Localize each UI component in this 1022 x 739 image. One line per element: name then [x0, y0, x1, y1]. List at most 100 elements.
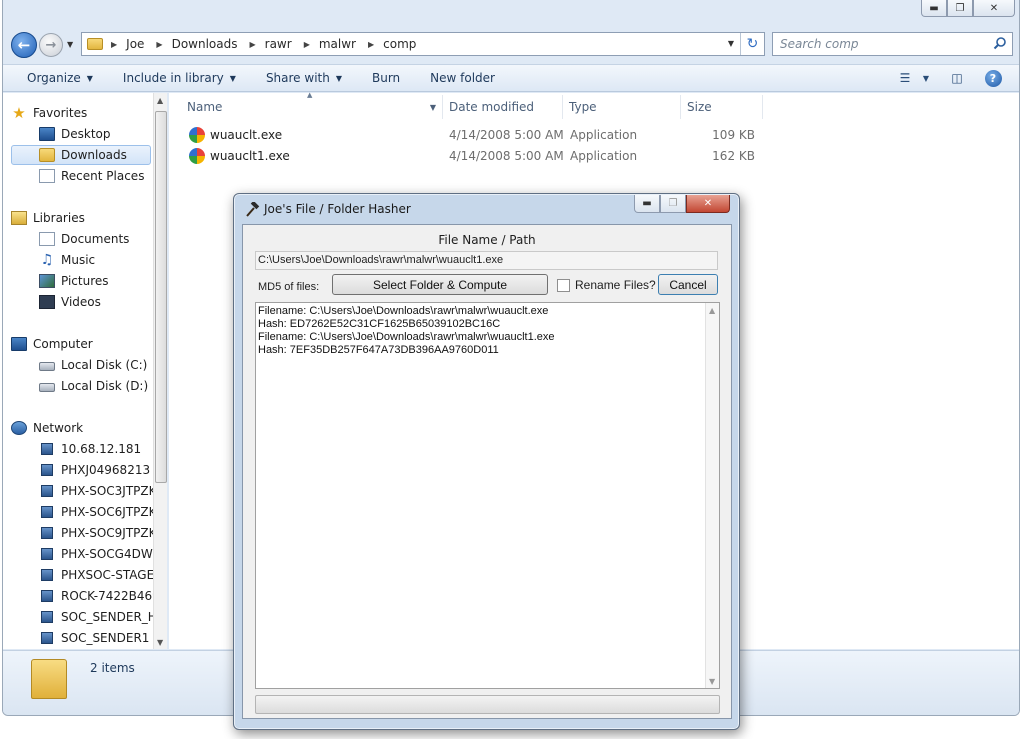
path-label: File Name / Path [438, 233, 536, 247]
breadcrumb-rawr[interactable]: ▶ rawr [249, 37, 303, 51]
search-input[interactable]: Search comp [772, 32, 1013, 56]
chevron-down-icon[interactable]: ▼ [87, 74, 93, 83]
chevron-right-icon[interactable]: ▶ [111, 40, 117, 49]
scroll-up-icon[interactable]: ▲ [709, 306, 715, 315]
view-options-icon[interactable]: ☰ [891, 67, 919, 89]
scrollbar-thumb[interactable] [155, 111, 167, 483]
nav-favorites[interactable]: ★ Favorites [11, 103, 87, 123]
chevron-down-icon[interactable]: ▼ [430, 103, 436, 112]
address-dropdown-icon[interactable]: ▼ [728, 39, 734, 48]
file-name[interactable]: wuauclt.exe [210, 128, 282, 142]
file-name[interactable]: wuauclt1.exe [210, 149, 290, 163]
chevron-right-icon[interactable]: ▶ [304, 40, 310, 49]
chevron-down-icon[interactable]: ▼ [230, 74, 236, 83]
nav-videos[interactable]: Videos [39, 292, 101, 312]
nav-network-host[interactable]: PHX-SOC6JTPZK [39, 502, 156, 522]
nav-network-host[interactable]: 10.68.12.181 [39, 439, 141, 459]
network-computer-icon [41, 506, 53, 518]
column-header-date-modified[interactable]: Date modified [443, 95, 563, 119]
navigation-scrollbar[interactable]: ▲ ▼ [153, 93, 167, 649]
file-type: Application [570, 128, 638, 142]
nav-network-host[interactable]: PHXSOC-STAGE [39, 565, 154, 585]
star-icon: ★ [12, 104, 26, 122]
dialog-title: Joe's File / Folder Hasher [264, 202, 411, 216]
burn-button[interactable]: Burn [354, 65, 412, 91]
close-button[interactable]: ✕ [686, 195, 730, 213]
rename-files-label[interactable]: Rename Files? [575, 278, 656, 292]
nav-network-host[interactable]: SOC_SENDER_HC [39, 607, 165, 627]
network-computer-icon [41, 590, 53, 602]
breadcrumb-malwr[interactable]: ▶ malwr [304, 37, 368, 51]
nav-desktop[interactable]: Desktop [39, 124, 111, 144]
address-bar[interactable]: ▶ Joe ▶ Downloads ▶ rawr ▶ malwr ▶ comp ▼ ↻ [81, 32, 765, 56]
select-folder-compute-button[interactable]: Select Folder & Compute [332, 274, 548, 295]
nav-downloads[interactable]: Downloads [11, 145, 151, 165]
nav-network-host[interactable]: PHXJ04968213 [39, 460, 150, 480]
dialog-window-controls: ▬ ❐ ✕ [634, 195, 730, 213]
chevron-right-icon[interactable]: ▶ [249, 40, 255, 49]
help-button[interactable]: ? [979, 67, 1007, 89]
folder-icon [87, 38, 103, 50]
chevron-right-icon[interactable]: ▶ [368, 40, 374, 49]
maximize-button[interactable]: ❐ [660, 195, 686, 213]
include-in-library-menu[interactable]: Include in library ▼ [105, 65, 248, 91]
table-row[interactable]: wuauclt.exe 4/14/2008 5:00 AM Applicatio… [169, 125, 769, 145]
nav-network-host[interactable]: PHX-SOCG4DWN [39, 544, 162, 564]
nav-network[interactable]: Network [11, 418, 83, 438]
nav-local-disk-c[interactable]: Local Disk (C:) [39, 355, 147, 375]
chevron-down-icon[interactable]: ▼ [919, 67, 933, 89]
nav-recent-places[interactable]: Recent Places [39, 166, 144, 186]
nav-local-disk-d[interactable]: Local Disk (D:) [39, 376, 148, 396]
share-with-menu[interactable]: Share with ▼ [248, 65, 354, 91]
refresh-icon[interactable]: ↻ [740, 33, 764, 55]
network-computer-icon [41, 569, 53, 581]
breadcrumb-joe[interactable]: ▶ Joe [111, 37, 156, 51]
nav-network-host[interactable]: PHX-SOC9JTPZK [39, 523, 156, 543]
file-date: 4/14/2008 5:00 AM [449, 128, 564, 142]
scroll-up-icon[interactable]: ▲ [157, 96, 163, 105]
scroll-down-icon[interactable]: ▼ [709, 677, 715, 686]
md5-label: MD5 of files: [258, 281, 320, 293]
output-line: Filename: C:\Users\Joe\Downloads\rawr\ma… [258, 331, 555, 343]
nav-pictures[interactable]: Pictures [39, 271, 109, 291]
help-icon[interactable]: ? [984, 69, 1002, 87]
new-folder-button[interactable]: New folder [412, 65, 507, 91]
scroll-down-icon[interactable]: ▼ [157, 638, 163, 647]
nav-network-host[interactable]: SOC_SENDER1 [39, 628, 149, 648]
search-icon[interactable] [993, 36, 1007, 50]
chevron-right-icon[interactable]: ▶ [156, 40, 162, 49]
hash-output-textarea[interactable]: Filename: C:\Users\Joe\Downloads\rawr\ma… [255, 302, 720, 689]
column-header-type[interactable]: Type [563, 95, 681, 119]
path-field[interactable]: C:\Users\Joe\Downloads\rawr\malwr\wuaucl… [255, 251, 718, 270]
table-row[interactable]: wuauclt1.exe 4/14/2008 5:00 AM Applicati… [169, 146, 769, 166]
nav-network-host[interactable]: PHX-SOC3JTPZK [39, 481, 156, 501]
nav-documents[interactable]: Documents [39, 229, 129, 249]
chevron-down-icon[interactable]: ▼ [336, 74, 342, 83]
documents-icon [39, 232, 55, 246]
organize-menu[interactable]: Organize ▼ [3, 65, 105, 91]
minimize-button[interactable]: ▬ [634, 195, 660, 213]
minimize-button[interactable]: ▬ [921, 0, 947, 17]
forward-button[interactable]: → [39, 33, 63, 57]
nav-libraries[interactable]: Libraries [11, 208, 85, 228]
pictures-icon [39, 274, 55, 288]
output-scrollbar[interactable]: ▲ ▼ [705, 303, 719, 688]
close-button[interactable]: ✕ [973, 0, 1015, 17]
column-header-name[interactable]: Name ▲ ▼ [181, 91, 443, 119]
nav-network-host[interactable]: ROCK-7422B4697 [39, 586, 167, 606]
rename-files-checkbox[interactable] [557, 279, 570, 292]
breadcrumb-downloads[interactable]: ▶ Downloads [156, 37, 249, 51]
network-computer-icon [41, 527, 53, 539]
column-header-size[interactable]: Size [681, 95, 763, 119]
preview-pane-icon[interactable]: ◫ [943, 67, 971, 89]
breadcrumb-comp[interactable]: ▶ comp [368, 37, 428, 51]
network-computer-icon [41, 611, 53, 623]
maximize-button[interactable]: ❐ [947, 0, 973, 17]
network-computer-icon [41, 485, 53, 497]
view-tools: ☰ ▼ ◫ ? [891, 65, 1019, 91]
cancel-button[interactable]: Cancel [658, 274, 718, 295]
recent-pages-dropdown[interactable]: ▼ [67, 40, 73, 49]
nav-computer[interactable]: Computer [11, 334, 93, 354]
nav-music[interactable]: ♫ Music [39, 250, 95, 270]
back-button[interactable]: ← [11, 32, 37, 58]
